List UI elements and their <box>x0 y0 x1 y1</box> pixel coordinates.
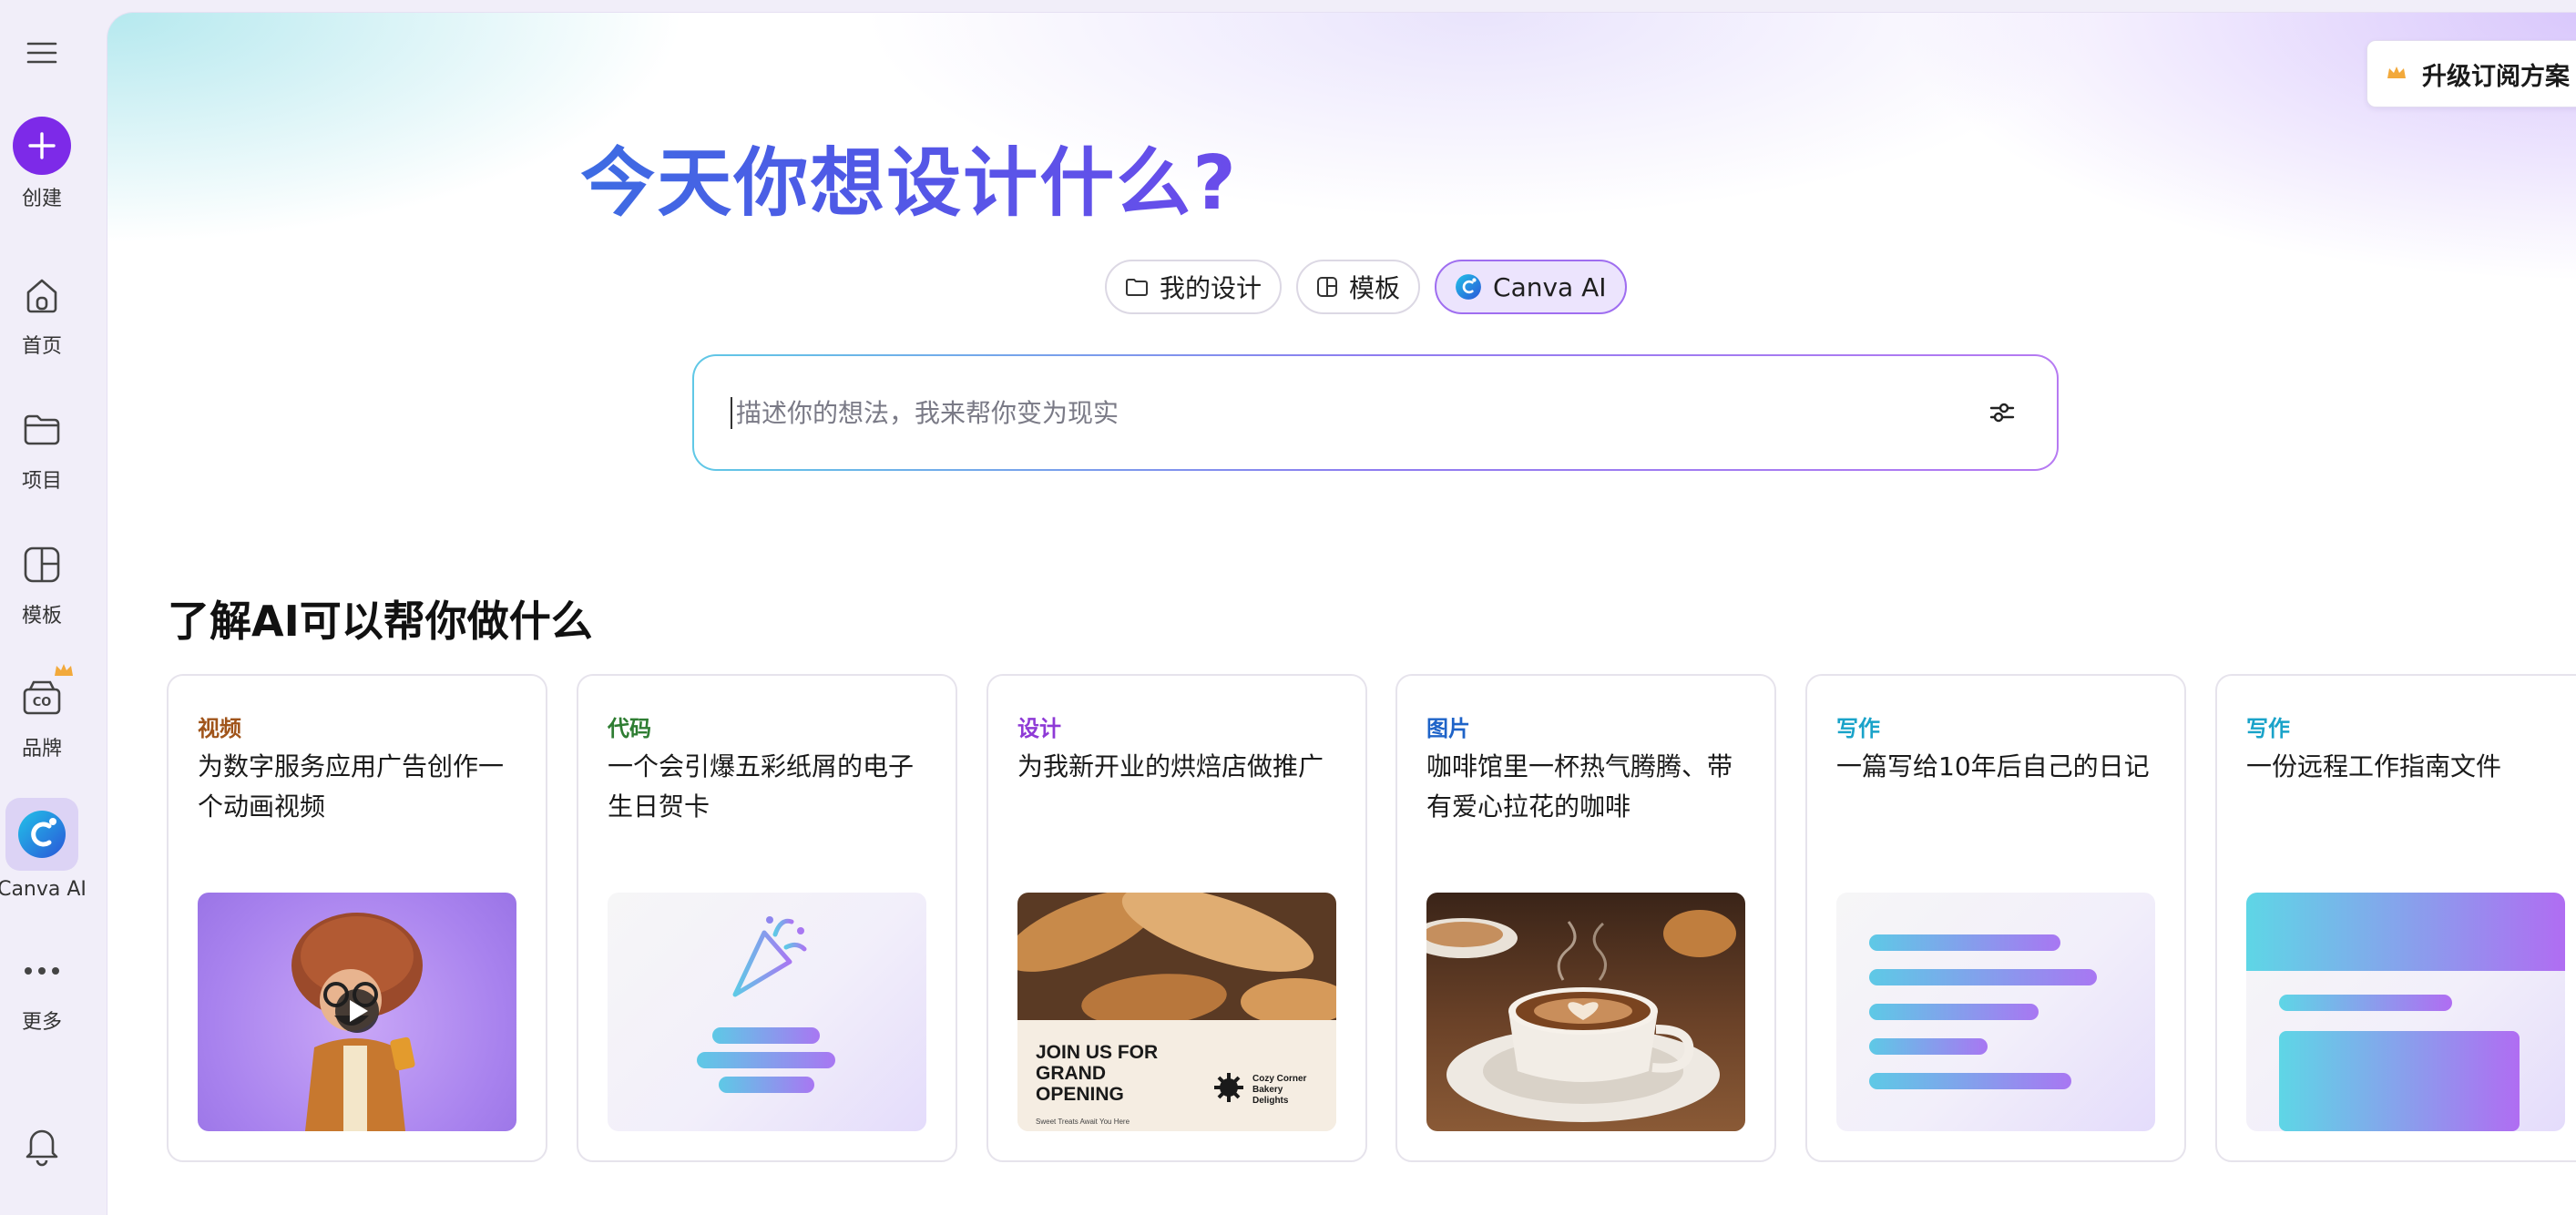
canva-ai-icon <box>1455 273 1482 301</box>
sidebar-item-more[interactable]: 更多 <box>0 945 84 1035</box>
home-icon <box>16 270 67 321</box>
sidebar-item-label: 品牌 <box>21 738 62 761</box>
card-text: 为数字服务应用广告创作一个动画视频 <box>198 751 505 822</box>
example-card-writing-guide[interactable]: 写作 一份远程工作指南文件 <box>2215 674 2576 1162</box>
card-category: 设计 <box>1017 716 1061 741</box>
sidebar-item-brand[interactable]: CO 品牌 <box>0 664 84 761</box>
card-thumbnail-document <box>1836 893 2155 1131</box>
card-category: 写作 <box>1836 716 1880 741</box>
example-card-image[interactable]: 图片 咖啡馆里一杯热气腾腾、带有爱心拉花的咖啡 <box>1395 674 1776 1162</box>
folder-outline-icon <box>1125 276 1149 298</box>
bell-icon <box>16 1120 67 1171</box>
search-input[interactable] <box>731 396 1980 429</box>
example-card-video[interactable]: 视频 为数字服务应用广告创作一个动画视频 <box>167 674 547 1162</box>
sidebar-item-label: 创建 <box>21 188 62 210</box>
poster-brand-2: Bakery <box>1252 1085 1283 1095</box>
tab-label: Canva AI <box>1493 271 1607 302</box>
card-text: 咖啡馆里一杯热气腾腾、带有爱心拉花的咖啡 <box>1426 751 1733 822</box>
card-category: 视频 <box>198 716 241 741</box>
poster-headline-2: GRAND <box>1036 1063 1106 1084</box>
hamburger-menu-icon <box>16 27 67 78</box>
card-thumbnail-bakery-poster: JOIN US FOR GRAND OPENING Cozy Corner Ba… <box>1017 893 1336 1131</box>
upgrade-label: 升级订阅方案 <box>2422 62 2570 91</box>
poster-headline-1: JOIN US FOR <box>1036 1042 1158 1063</box>
crown-icon <box>55 664 73 676</box>
card-category: 代码 <box>608 716 651 741</box>
section-title: 了解AI可以帮你做什么 <box>168 597 593 646</box>
svg-text:CO: CO <box>33 696 52 710</box>
example-card-design[interactable]: 设计 为我新开业的烘焙店做推广 JOIN US FOR GRAND OPENIN… <box>986 674 1367 1162</box>
plus-icon <box>13 117 71 175</box>
card-text: 为我新开业的烘焙店做推广 <box>1017 751 1324 781</box>
search-box <box>692 354 2059 471</box>
sliders-icon <box>1989 403 2015 423</box>
card-text: 一个会引爆五彩纸屑的电子生日贺卡 <box>608 751 915 822</box>
sidebar-item-projects[interactable]: 项目 <box>0 404 84 494</box>
tab-my-designs[interactable]: 我的设计 <box>1105 260 1283 314</box>
card-category: 图片 <box>1426 716 1470 741</box>
sidebar-item-home[interactable]: 首页 <box>0 270 84 359</box>
main-panel: 升级订阅方案 今天你想设计什么? 我的设计 模板 Canva AI 描述你的想法… <box>107 13 2576 1215</box>
sidebar-item-label: 更多 <box>21 1011 62 1034</box>
sidebar-item-create[interactable]: 创建 <box>0 117 84 211</box>
sidebar-item-label: 项目 <box>21 470 62 493</box>
card-thumbnail-coffee <box>1426 893 1745 1131</box>
card-thumbnail-code <box>608 893 926 1131</box>
poster-brand-1: Cozy Corner <box>1252 1074 1307 1084</box>
tab-canva-ai[interactable]: Canva AI <box>1435 260 1627 314</box>
party-popper-icon <box>732 916 807 997</box>
card-category: 写作 <box>2246 716 2290 741</box>
tab-label: 我的设计 <box>1160 273 1262 303</box>
template-outline-icon <box>1316 276 1338 298</box>
search-mode-tabs: 我的设计 模板 Canva AI <box>1105 260 1627 314</box>
sidebar: 创建 首页 项目 模板 CO 品牌 Canva AI 更多 <box>0 0 107 1186</box>
poster-headline-3: OPENING <box>1036 1084 1124 1105</box>
page-title: 今天你想设计什么? <box>107 122 1711 230</box>
example-card-code[interactable]: 代码 一个会引爆五彩纸屑的电子生日贺卡 <box>577 674 957 1162</box>
poster-brand-3: Delights <box>1252 1096 1289 1106</box>
canva-ai-icon <box>5 798 78 871</box>
sidebar-item-templates[interactable]: 模板 <box>0 539 84 628</box>
tab-label: 模板 <box>1349 273 1401 303</box>
card-thumbnail-guide <box>2246 893 2565 1131</box>
tab-templates[interactable]: 模板 <box>1296 260 1421 314</box>
sidebar-item-canva-ai[interactable]: Canva AI <box>0 798 87 901</box>
more-dots-icon <box>16 945 67 996</box>
card-text: 一篇写给10年后自己的日记 <box>1836 751 2150 781</box>
template-icon <box>16 539 67 590</box>
sidebar-item-label: Canva AI <box>0 878 87 901</box>
sidebar-item-label: 模板 <box>21 605 62 628</box>
search-box-inner <box>694 356 2057 469</box>
sidebar-item-label: 首页 <box>21 335 62 358</box>
folder-icon <box>16 404 67 455</box>
notifications-button[interactable] <box>0 1120 84 1171</box>
card-text: 一份远程工作指南文件 <box>2246 751 2502 781</box>
brand-icon: CO <box>16 664 73 723</box>
filter-settings-button[interactable] <box>1980 391 2024 434</box>
menu-button[interactable] <box>0 27 84 78</box>
crown-icon <box>2386 60 2407 88</box>
example-card-writing-diary[interactable]: 写作 一篇写给10年后自己的日记 <box>1805 674 2186 1162</box>
poster-tagline: Sweet Treats Await You Here <box>1036 1118 1130 1126</box>
card-thumbnail-video <box>198 893 516 1131</box>
upgrade-button[interactable]: 升级订阅方案 <box>2366 40 2576 107</box>
